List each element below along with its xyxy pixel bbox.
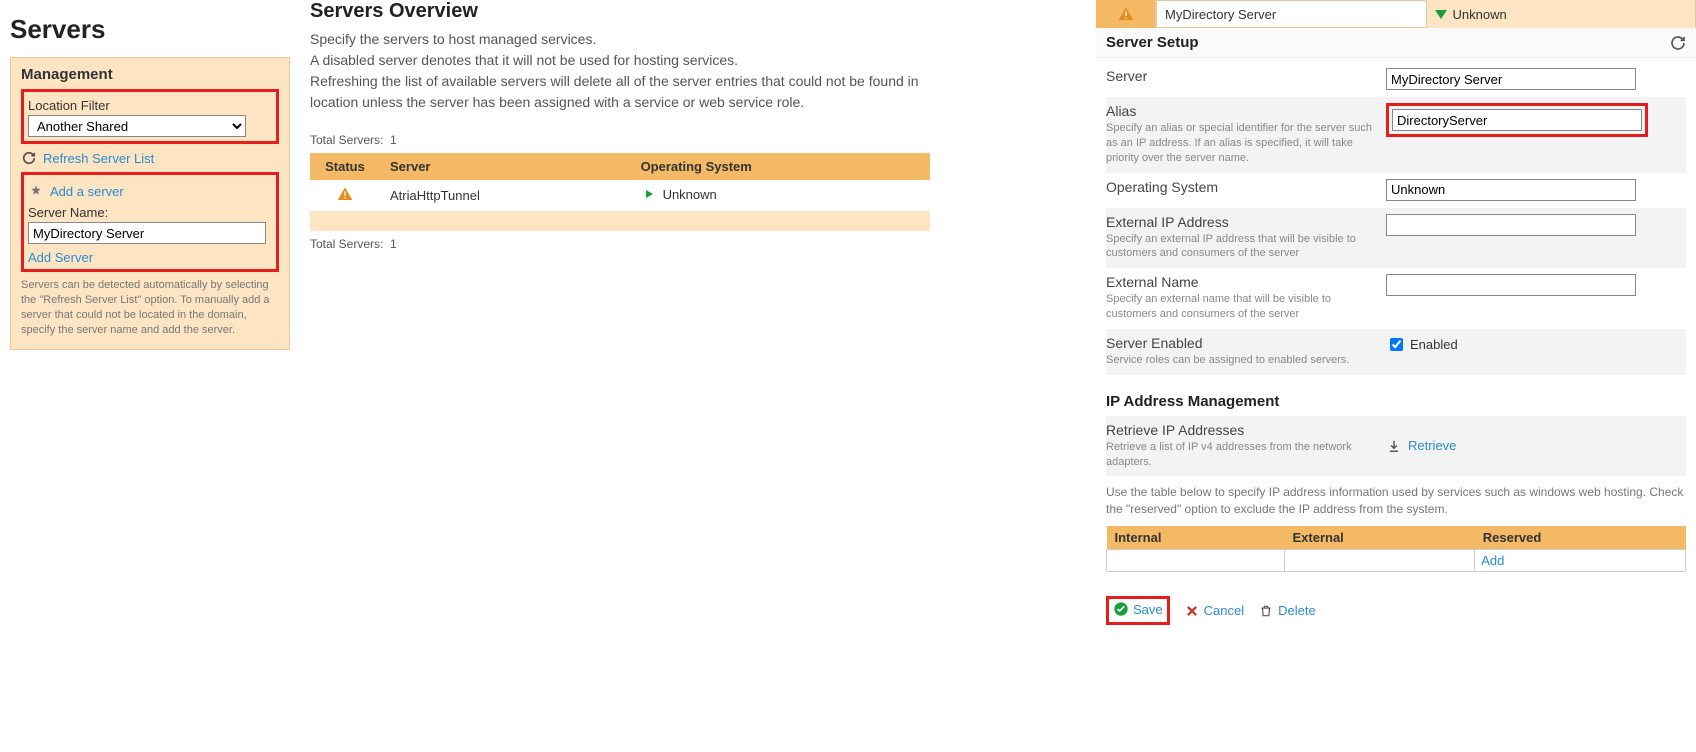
- ip-add-link[interactable]: Add: [1481, 553, 1504, 568]
- field-desc-alias: Specify an alias or special identifier f…: [1106, 121, 1376, 166]
- col-server: Server: [380, 153, 631, 180]
- field-label-os: Operating System: [1106, 179, 1376, 195]
- field-desc-ext-ip: Specify an external IP address that will…: [1106, 232, 1376, 262]
- ip-table: Internal External Reserved Add: [1106, 526, 1686, 572]
- overview-title: Servers Overview: [310, 0, 930, 23]
- trash-icon: [1258, 603, 1274, 619]
- delete-button[interactable]: Delete: [1258, 603, 1316, 619]
- add-a-server-link[interactable]: Add a server: [50, 184, 124, 199]
- field-desc-enabled: Service roles can be assigned to enabled…: [1106, 353, 1376, 368]
- server-input[interactable]: [1386, 68, 1636, 90]
- refresh-server-list-link[interactable]: Refresh Server List: [43, 151, 154, 166]
- ip-mgmt-note: Use the table below to specify IP addres…: [1106, 484, 1686, 518]
- check-circle-icon: [1113, 601, 1129, 617]
- row-os: Unknown: [663, 187, 717, 202]
- close-icon: [1184, 603, 1200, 619]
- servers-table: Status Server Operating System AtriaHttp…: [310, 153, 930, 231]
- enabled-checkbox-label: Enabled: [1410, 337, 1458, 352]
- ip-col-internal: Internal: [1107, 526, 1285, 550]
- save-button[interactable]: Save: [1113, 601, 1163, 617]
- alias-highlight: [1386, 103, 1648, 137]
- field-label-server: Server: [1106, 68, 1376, 84]
- field-label-ext-name: External Name: [1106, 274, 1376, 290]
- add-server-link[interactable]: Add Server: [28, 250, 93, 265]
- header-os-cell: Unknown: [1427, 0, 1696, 28]
- download-icon: [1386, 438, 1402, 454]
- overview-description: Specify the servers to host managed serv…: [310, 29, 930, 113]
- page-title: Servers: [10, 14, 290, 45]
- server-setup-title: Server Setup: [1106, 34, 1199, 51]
- chevron-down-icon: [1435, 10, 1447, 19]
- table-row: Add: [1107, 550, 1686, 572]
- location-filter-highlight: Location Filter Another Shared: [21, 89, 279, 144]
- save-highlight: Save: [1106, 596, 1170, 625]
- table-row[interactable]: AtriaHttpTunnel Unknown: [310, 180, 930, 211]
- warning-icon: [337, 186, 353, 202]
- table-row: [310, 211, 930, 231]
- server-detail-panel: MyDirectory Server Unknown Server Setup …: [1096, 0, 1696, 752]
- management-heading: Management: [21, 66, 279, 83]
- retrieve-ip-label: Retrieve IP Addresses: [1106, 422, 1376, 438]
- management-hint: Servers can be detected automatically by…: [21, 278, 279, 337]
- play-icon: [641, 186, 657, 202]
- ip-col-reserved: Reserved: [1475, 526, 1686, 550]
- col-status: Status: [310, 153, 380, 180]
- refresh-icon: [21, 150, 37, 166]
- header-status-cell: [1096, 0, 1156, 28]
- ip-col-external: External: [1284, 526, 1474, 550]
- ip-mgmt-title: IP Address Management: [1106, 393, 1686, 410]
- external-ip-input[interactable]: [1386, 214, 1636, 236]
- header-server-name[interactable]: MyDirectory Server: [1156, 0, 1427, 28]
- retrieve-link[interactable]: Retrieve: [1408, 438, 1456, 453]
- location-filter-label: Location Filter: [28, 98, 272, 113]
- location-filter-select[interactable]: Another Shared: [28, 115, 246, 137]
- total-servers-bottom: Total Servers: 1: [310, 237, 930, 251]
- field-label-enabled: Server Enabled: [1106, 335, 1376, 351]
- col-os: Operating System: [631, 153, 930, 180]
- field-desc-ext-name: Specify an external name that will be vi…: [1106, 292, 1376, 322]
- alias-input[interactable]: [1392, 109, 1642, 131]
- warning-icon: [1118, 6, 1134, 22]
- row-server-name: AtriaHttpTunnel: [380, 180, 631, 211]
- os-input[interactable]: [1386, 179, 1636, 201]
- add-server-highlight: Add a server Server Name: Add Server: [21, 172, 279, 272]
- management-panel: Management Location Filter Another Share…: [10, 57, 290, 350]
- retrieve-ip-desc: Retrieve a list of IP v4 addresses from …: [1106, 440, 1376, 470]
- add-server-star-icon: [28, 183, 44, 199]
- field-label-ext-ip: External IP Address: [1106, 214, 1376, 230]
- refresh-icon[interactable]: [1670, 35, 1686, 51]
- cancel-button[interactable]: Cancel: [1184, 603, 1244, 619]
- server-name-input[interactable]: [28, 222, 266, 244]
- external-name-input[interactable]: [1386, 274, 1636, 296]
- total-servers-top: Total Servers: 1: [310, 133, 930, 147]
- enabled-checkbox[interactable]: [1390, 338, 1403, 351]
- field-label-alias: Alias: [1106, 103, 1376, 119]
- server-name-label: Server Name:: [28, 205, 272, 220]
